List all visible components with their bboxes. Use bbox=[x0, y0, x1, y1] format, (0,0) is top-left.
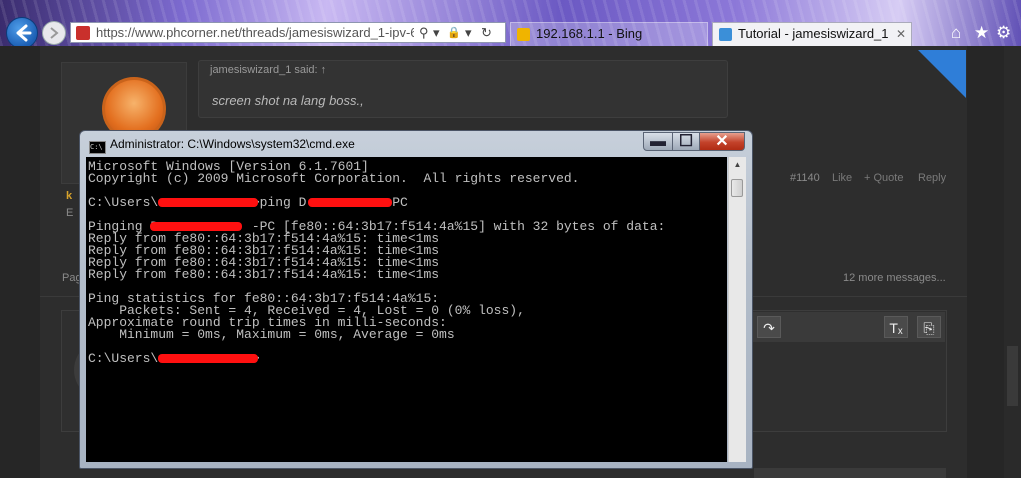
back-arrow-icon bbox=[16, 24, 32, 42]
corner-ribbon bbox=[918, 50, 966, 98]
username[interactable]: k bbox=[66, 190, 72, 202]
like-link[interactable]: Like bbox=[832, 172, 852, 184]
dropdown-icon[interactable]: ▾ bbox=[433, 25, 440, 41]
lock-icon[interactable]: 🔒 bbox=[447, 25, 461, 41]
console-output[interactable]: Microsoft Windows [Version 6.1.7601] Cop… bbox=[86, 157, 727, 462]
editor-footer bbox=[754, 468, 946, 478]
home-icon[interactable]: ⌂ bbox=[951, 24, 961, 42]
tab-tutorial[interactable]: Tutorial - jamesiswizard_1 I... ✕ bbox=[712, 22, 912, 46]
forward-button[interactable] bbox=[42, 21, 66, 45]
minimize-button[interactable]: ▬ bbox=[643, 132, 673, 151]
tab-bing[interactable]: 192.168.1.1 - Bing bbox=[510, 22, 708, 46]
browser-chrome: https://www.phcorner.net/threads/jamesis… bbox=[0, 0, 1021, 49]
redaction-mark bbox=[158, 354, 258, 363]
quote-link[interactable]: + Quote bbox=[864, 172, 903, 184]
console-line: Copyright (c) 2009 Microsoft Corporation… bbox=[88, 171, 580, 186]
address-bar[interactable]: https://www.phcorner.net/threads/jamesis… bbox=[70, 22, 506, 43]
console-line: Reply from fe80::64:3b17:f514:4a%15: tim… bbox=[88, 267, 440, 282]
forward-arrow-icon bbox=[50, 27, 59, 39]
quote-text: screen shot na lang boss., bbox=[212, 93, 364, 108]
back-button[interactable] bbox=[6, 17, 38, 49]
tab-title: 192.168.1.1 - Bing bbox=[536, 26, 643, 41]
console-line: Minimum = 0ms, Maximum = 0ms, Average = … bbox=[119, 327, 455, 342]
scroll-up-icon[interactable]: ▲ bbox=[729, 157, 746, 173]
search-icon[interactable]: ⚲ bbox=[419, 25, 429, 41]
paste-button[interactable]: ⎘ bbox=[917, 316, 941, 338]
window-title: Administrator: C:\Windows\system32\cmd.e… bbox=[110, 137, 355, 151]
console-text: Microsoft Windows [Version 6.1.7601] Cop… bbox=[86, 157, 727, 365]
console-scrollbar[interactable]: ▲ bbox=[728, 157, 746, 462]
bing-icon bbox=[517, 28, 530, 41]
page-scrollbar[interactable] bbox=[1004, 46, 1021, 478]
quote-author[interactable]: jamesiswizard_1 said: ↑ bbox=[210, 64, 326, 76]
post-number[interactable]: #1140 bbox=[790, 172, 820, 184]
close-icon[interactable]: ✕ bbox=[896, 23, 906, 45]
maximize-button[interactable]: ☐ bbox=[672, 132, 700, 151]
refresh-icon[interactable]: ↻ bbox=[481, 25, 492, 41]
url-text[interactable]: https://www.phcorner.net/threads/jamesis… bbox=[96, 25, 414, 41]
site-favicon bbox=[76, 26, 90, 40]
gear-icon[interactable]: ⚙ bbox=[996, 24, 1011, 42]
reply-link[interactable]: Reply bbox=[918, 172, 946, 184]
tab-title: Tutorial - jamesiswizard_1 I... bbox=[738, 26, 893, 41]
cmd-icon: C:\ bbox=[89, 141, 106, 154]
site-favicon bbox=[719, 28, 732, 41]
redo-button[interactable]: ↷ bbox=[757, 316, 781, 338]
redaction-mark bbox=[308, 198, 392, 207]
cmd-window[interactable]: C:\ Administrator: C:\Windows\system32\c… bbox=[79, 130, 753, 469]
window-controls[interactable] bbox=[965, 0, 1021, 18]
more-messages-link[interactable]: 12 more messages... bbox=[843, 272, 946, 284]
close-button[interactable]: ✕ bbox=[699, 132, 745, 151]
star-icon[interactable]: ★ bbox=[974, 24, 989, 42]
redaction-mark bbox=[150, 222, 242, 231]
redaction-mark bbox=[158, 198, 258, 207]
remove-format-button[interactable]: Tₓ bbox=[884, 316, 908, 338]
dropdown-icon[interactable]: ▾ bbox=[465, 25, 472, 41]
user-title: E bbox=[66, 207, 74, 219]
scrollbar-thumb[interactable] bbox=[731, 179, 743, 197]
scrollbar-thumb[interactable] bbox=[1007, 346, 1018, 406]
